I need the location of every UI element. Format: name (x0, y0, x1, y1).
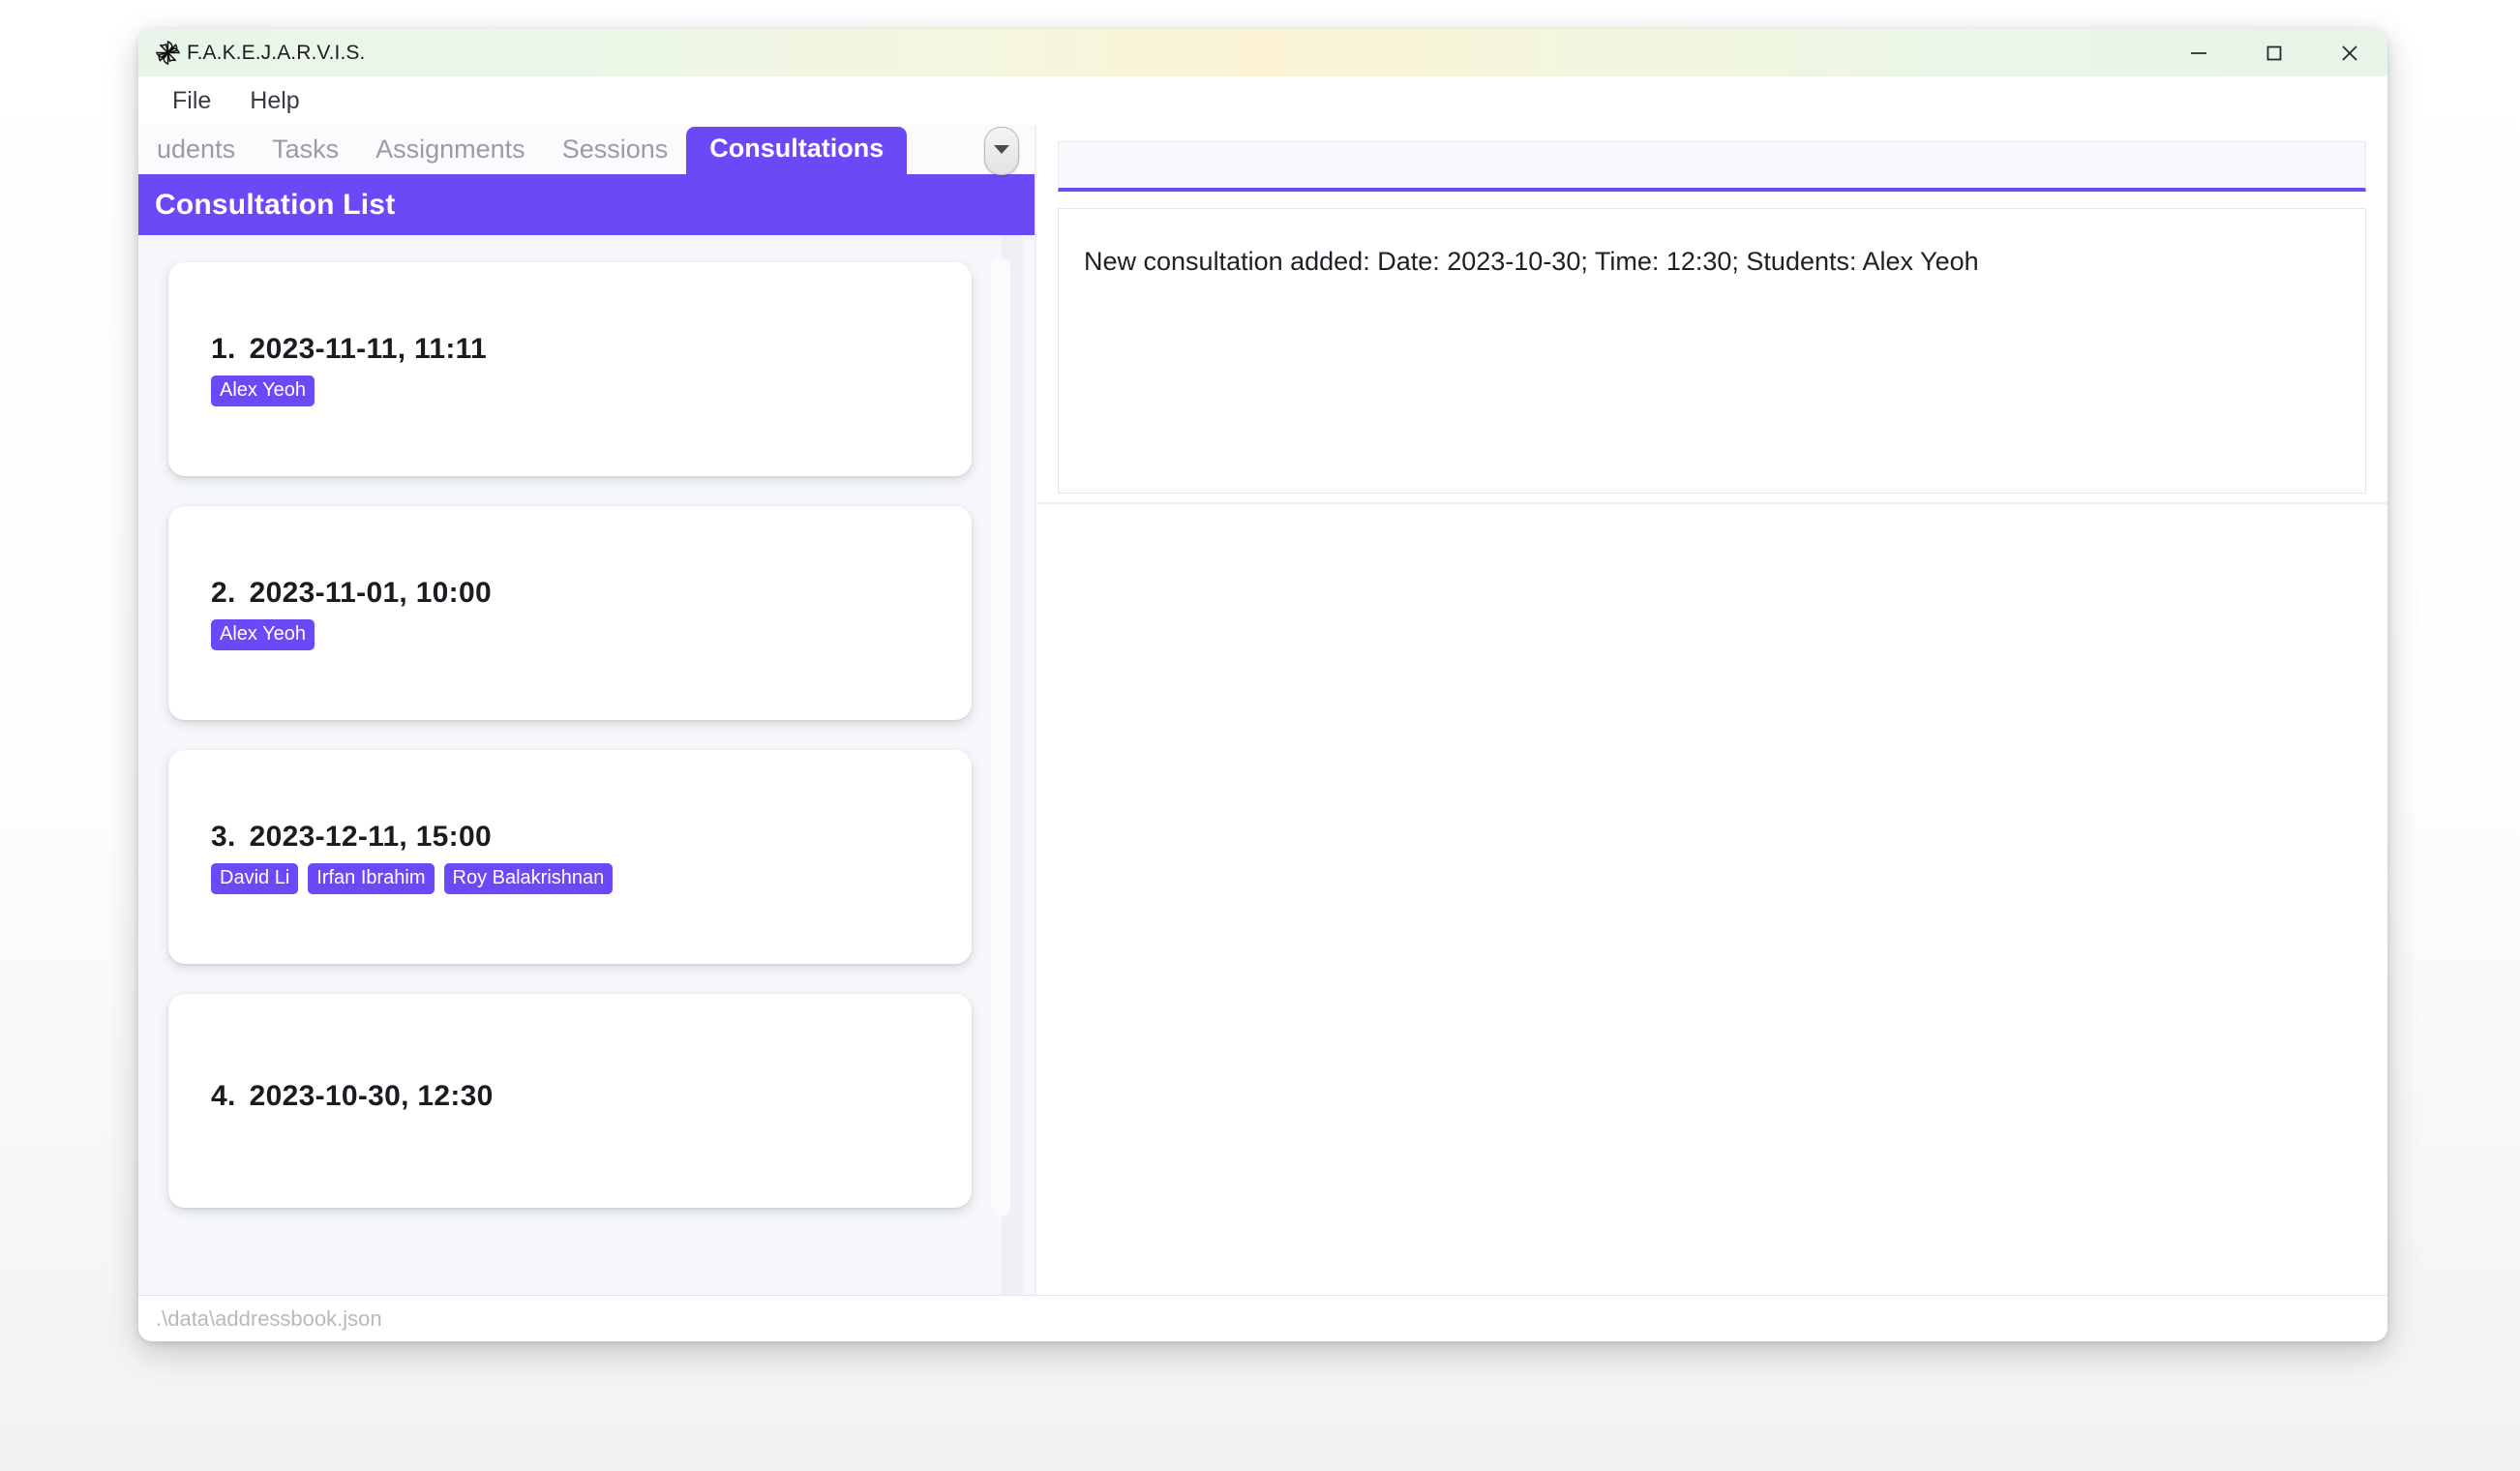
card-datetime: 2023-11-01, 10:00 (249, 576, 492, 609)
card-title: 1. 2023-11-11, 11:11 (211, 333, 972, 366)
window-body: udents Tasks Assignments Sessions Consul… (138, 125, 2387, 1295)
tab-strip: udents Tasks Assignments Sessions Consul… (138, 125, 1035, 175)
menu-item-help[interactable]: Help (230, 83, 318, 119)
tab-tasks[interactable]: Tasks (254, 131, 357, 174)
result-box-wrap: New consultation added: Date: 2023-10-30… (1036, 200, 2387, 502)
card-title: 4. 2023-10-30, 12:30 (211, 1080, 972, 1113)
title-bar: F.A.K.E.J.A.R.V.I.S. (138, 29, 2387, 76)
menu-bar: File Help (138, 76, 2387, 125)
maximize-button[interactable] (2236, 29, 2312, 76)
card-title: 2. 2023-11-01, 10:00 (211, 577, 972, 610)
tab-consultations[interactable]: Consultations (686, 127, 908, 174)
student-tag: Roy Balakrishnan (443, 862, 614, 894)
save-location-status: .\data\addressbook.json (156, 1306, 382, 1331)
list-item[interactable]: 1. 2023-11-11, 11:11 Alex Yeoh (168, 262, 972, 476)
list-scrollbar-thumb[interactable] (991, 258, 1010, 1216)
result-message: New consultation added: Date: 2023-10-30… (1084, 247, 1979, 276)
command-box[interactable] (1058, 141, 2366, 192)
card-datetime: 2023-11-11, 11:11 (249, 332, 487, 365)
left-pane: udents Tasks Assignments Sessions Consul… (138, 125, 1035, 1295)
desktop-background: F.A.K.E.J.A.R.V.I.S. File Help udents Ta… (0, 0, 2520, 1471)
close-button[interactable] (2312, 29, 2387, 76)
list-item[interactable]: 4. 2023-10-30, 12:30 (168, 994, 972, 1208)
student-tag-row: Alex Yeoh (211, 618, 972, 650)
consultation-card-list: 1. 2023-11-11, 11:11 Alex Yeoh 2. 2023-11-… (138, 262, 1035, 1208)
student-tag: Alex Yeoh (211, 375, 315, 406)
pinwheel-icon (155, 40, 181, 66)
command-box-wrap (1036, 125, 2387, 200)
tab-overflow-button[interactable] (984, 127, 1019, 175)
window-title: F.A.K.E.J.A.R.V.I.S. (187, 41, 366, 64)
card-index: 2. (211, 576, 236, 609)
card-index: 3. (211, 820, 236, 853)
command-input[interactable] (1072, 150, 2352, 180)
list-title: Consultation List (155, 188, 396, 221)
result-display-box: New consultation added: Date: 2023-10-30… (1058, 208, 2366, 494)
list-item[interactable]: 3. 2023-12-11, 15:00 David Li Irfan Ibrah… (168, 750, 972, 964)
consultation-list-header: Consultation List (138, 174, 1035, 235)
student-tag: Alex Yeoh (211, 618, 315, 650)
minimize-button[interactable] (2161, 29, 2236, 76)
student-tag: David Li (211, 862, 299, 894)
card-title: 3. 2023-12-11, 15:00 (211, 821, 972, 854)
status-bar: .\data\addressbook.json (138, 1295, 2387, 1341)
student-tag-row: David Li Irfan Ibrahim Roy Balakrishnan (211, 862, 972, 894)
window-controls (2161, 29, 2387, 76)
right-pane: New consultation added: Date: 2023-10-30… (1035, 125, 2387, 1295)
consultation-list-scroll-area[interactable]: 1. 2023-11-11, 11:11 Alex Yeoh 2. 2023-11-… (138, 235, 1035, 1295)
card-index: 1. (211, 332, 236, 365)
card-index: 4. (211, 1079, 236, 1112)
application-window: F.A.K.E.J.A.R.V.I.S. File Help udents Ta… (138, 29, 2387, 1341)
tab-students[interactable]: udents (138, 131, 254, 174)
card-datetime: 2023-12-11, 15:00 (249, 820, 492, 853)
right-pane-filler (1036, 502, 2387, 1295)
list-item[interactable]: 2. 2023-11-01, 10:00 Alex Yeoh (168, 506, 972, 720)
list-scrollbar-track[interactable] (991, 235, 1023, 1295)
student-tag-row: Alex Yeoh (211, 375, 972, 406)
student-tag: Irfan Ibrahim (308, 862, 435, 894)
chevron-down-icon (992, 142, 1011, 160)
tab-assignments[interactable]: Assignments (357, 131, 544, 174)
tab-sessions[interactable]: Sessions (544, 131, 687, 174)
menu-item-file[interactable]: File (153, 83, 230, 119)
card-datetime: 2023-10-30, 12:30 (249, 1079, 494, 1112)
